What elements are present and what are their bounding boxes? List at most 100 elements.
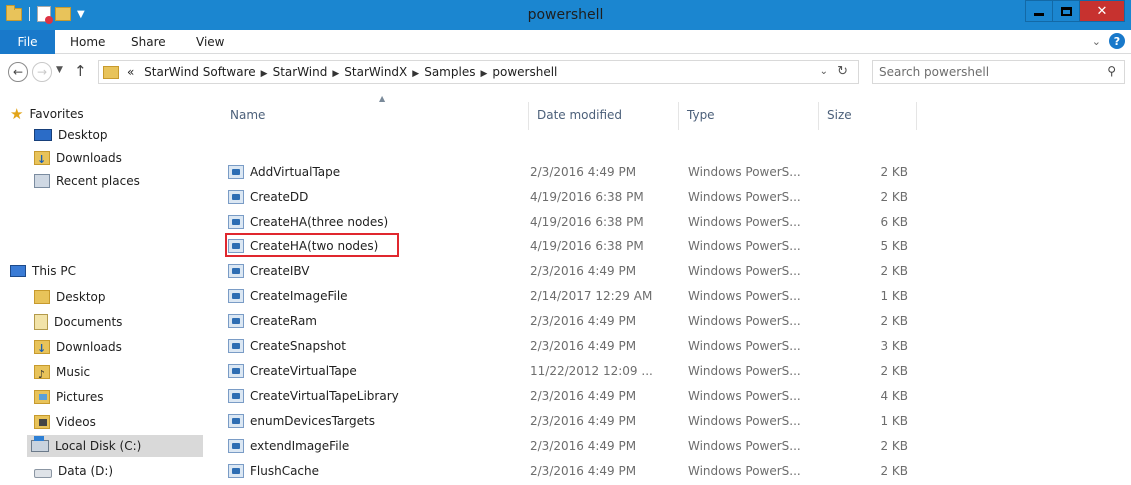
address-bar[interactable]: « StarWind Software ▶ StarWind ▶ StarWindX ▶ S… — [98, 60, 859, 84]
refresh-icon[interactable]: ↻ — [837, 64, 848, 79]
nav-item-downloads[interactable]: Downloads — [30, 336, 206, 360]
search-box[interactable]: ⚲ — [872, 60, 1125, 84]
powershell-script-icon — [228, 239, 244, 253]
file-date: 4/19/2016 6:38 PM — [530, 215, 644, 229]
file-row[interactable]: CreateVirtualTape 11/22/2012 12:09 ... W… — [228, 360, 922, 382]
file-row[interactable]: CreateSnapshot 2/3/2016 4:49 PM Windows … — [228, 335, 922, 357]
nav-item-data-d[interactable]: Data (D:) — [30, 460, 206, 482]
forward-button[interactable]: → — [32, 62, 52, 82]
arrow-right-icon: → — [36, 65, 48, 79]
file-row[interactable]: CreateVirtualTapeLibrary 2/3/2016 4:49 P… — [228, 385, 922, 407]
file-row[interactable]: CreateRam 2/3/2016 4:49 PM Windows Power… — [228, 310, 922, 332]
file-row[interactable]: CreateHA(three nodes) 4/19/2016 6:38 PM … — [228, 211, 922, 233]
powershell-script-icon — [228, 389, 244, 403]
close-icon: ✕ — [1096, 3, 1108, 19]
chevron-right-icon[interactable]: ▶ — [480, 69, 487, 79]
back-button[interactable]: ← — [8, 62, 28, 82]
breadcrumb-overflow[interactable]: « — [127, 65, 134, 79]
tab-home[interactable]: Home — [70, 30, 105, 54]
nav-item-music[interactable]: Music — [30, 361, 206, 386]
tab-view[interactable]: View — [196, 30, 224, 54]
file-size: 1 KB — [880, 289, 908, 303]
file-row[interactable]: AddVirtualTape 2/3/2016 4:49 PM Windows … — [228, 161, 922, 183]
file-row[interactable]: FlushCache 2/3/2016 4:49 PM Windows Powe… — [228, 460, 922, 482]
nav-item-documents[interactable]: Documents — [30, 311, 206, 333]
tab-file[interactable]: File — [0, 30, 55, 54]
file-type: Windows PowerS... — [688, 439, 801, 453]
search-input[interactable] — [873, 61, 1093, 83]
breadcrumb-item[interactable]: powershell — [492, 65, 557, 79]
column-header-date-modified[interactable]: Date modified — [528, 92, 678, 132]
nav-item-videos[interactable]: Videos — [30, 411, 206, 433]
chevron-right-icon[interactable]: ▶ — [261, 69, 268, 79]
file-name-cell: CreateDD — [228, 186, 308, 208]
file-type: Windows PowerS... — [688, 314, 801, 328]
this-pc-label: This PC — [32, 264, 76, 278]
nav-item-pictures[interactable]: Pictures — [30, 386, 206, 408]
file-row[interactable]: enumDevicesTargets 2/3/2016 4:49 PM Wind… — [228, 410, 922, 432]
file-row[interactable]: CreateDD 4/19/2016 6:38 PM Windows Power… — [228, 186, 922, 208]
chevron-right-icon[interactable]: ▶ — [412, 69, 419, 79]
file-name: CreateIBV — [250, 264, 310, 278]
column-divider[interactable] — [678, 102, 679, 130]
nav-item-desktop[interactable]: Desktop — [30, 124, 206, 146]
up-arrow-icon[interactable]: ↑ — [74, 62, 87, 80]
nav-item-label: Recent places — [56, 174, 140, 188]
breadcrumb-item[interactable]: StarWind Software — [144, 65, 255, 79]
nav-item-recent-places[interactable]: Recent places — [30, 170, 206, 192]
file-name-cell: extendImageFile — [228, 435, 349, 457]
expand-ribbon-icon[interactable]: ⌄ — [1092, 35, 1101, 48]
column-divider[interactable] — [916, 102, 917, 130]
file-date: 2/3/2016 4:49 PM — [530, 264, 637, 278]
breadcrumb-item[interactable]: Samples — [424, 65, 475, 79]
chevron-right-icon[interactable]: ▶ — [332, 69, 339, 79]
breadcrumb-item[interactable]: StarWind — [273, 65, 328, 79]
file-type: Windows PowerS... — [688, 389, 801, 403]
nav-item-local-disk-c[interactable]: Local Disk (C:) — [27, 435, 203, 457]
column-header-name[interactable]: ▲ Name — [228, 92, 528, 132]
address-dropdown-icon[interactable]: ⌄ — [820, 66, 828, 77]
column-header-label: Date modified — [537, 108, 623, 122]
file-name-cell: CreateHA(two nodes) — [228, 235, 378, 257]
column-divider[interactable] — [818, 102, 819, 130]
close-button[interactable]: ✕ — [1079, 0, 1125, 22]
column-header-type[interactable]: Type — [678, 92, 818, 132]
nav-item-label: Downloads — [56, 151, 122, 165]
computer-icon — [10, 265, 26, 277]
breadcrumb-item[interactable]: StarWindX — [344, 65, 407, 79]
file-row[interactable]: CreateImageFile 2/14/2017 12:29 AM Windo… — [228, 285, 922, 307]
sort-ascending-icon: ▲ — [379, 94, 386, 103]
recent-locations-icon[interactable]: ▼ — [56, 65, 63, 75]
powershell-script-icon — [228, 165, 244, 179]
minimize-button[interactable] — [1025, 0, 1053, 22]
desktop-folder-icon — [34, 290, 50, 304]
column-header-size[interactable]: Size — [818, 92, 918, 132]
file-name-cell: CreateIBV — [228, 260, 309, 282]
recent-places-icon — [34, 174, 50, 188]
this-pc-section[interactable]: This PC — [10, 264, 76, 278]
powershell-script-icon — [228, 339, 244, 353]
powershell-script-icon — [228, 215, 244, 229]
nav-item-label: Data (D:) — [58, 464, 114, 478]
folder-icon — [103, 66, 119, 79]
nav-item-downloads[interactable]: Downloads — [30, 147, 206, 171]
file-type: Windows PowerS... — [688, 215, 801, 229]
help-icon[interactable]: ? — [1109, 33, 1125, 49]
file-row[interactable]: CreateHA(two nodes) 4/19/2016 6:38 PM Wi… — [228, 235, 922, 257]
favorites-section[interactable]: ★ Favorites — [10, 105, 84, 123]
file-size: 2 KB — [880, 264, 908, 278]
file-size: 4 KB — [880, 389, 908, 403]
maximize-button[interactable] — [1052, 0, 1080, 22]
search-icon[interactable]: ⚲ — [1107, 64, 1116, 78]
tab-share[interactable]: Share — [131, 30, 166, 54]
file-row[interactable]: extendImageFile 2/3/2016 4:49 PM Windows… — [228, 435, 922, 457]
file-date: 2/3/2016 4:49 PM — [530, 389, 637, 403]
file-name-cell: enumDevicesTargets — [228, 410, 375, 432]
file-name: CreateHA(two nodes) — [250, 239, 379, 253]
nav-item-desktop[interactable]: Desktop — [30, 286, 206, 308]
navigation-pane: ★ Favorites Desktop Downloads Recent pla… — [0, 92, 210, 485]
file-date: 2/3/2016 4:49 PM — [530, 439, 637, 453]
file-row[interactable]: CreateIBV 2/3/2016 4:49 PM Windows Power… — [228, 260, 922, 282]
column-divider[interactable] — [528, 102, 529, 130]
nav-item-label: Pictures — [56, 390, 104, 404]
